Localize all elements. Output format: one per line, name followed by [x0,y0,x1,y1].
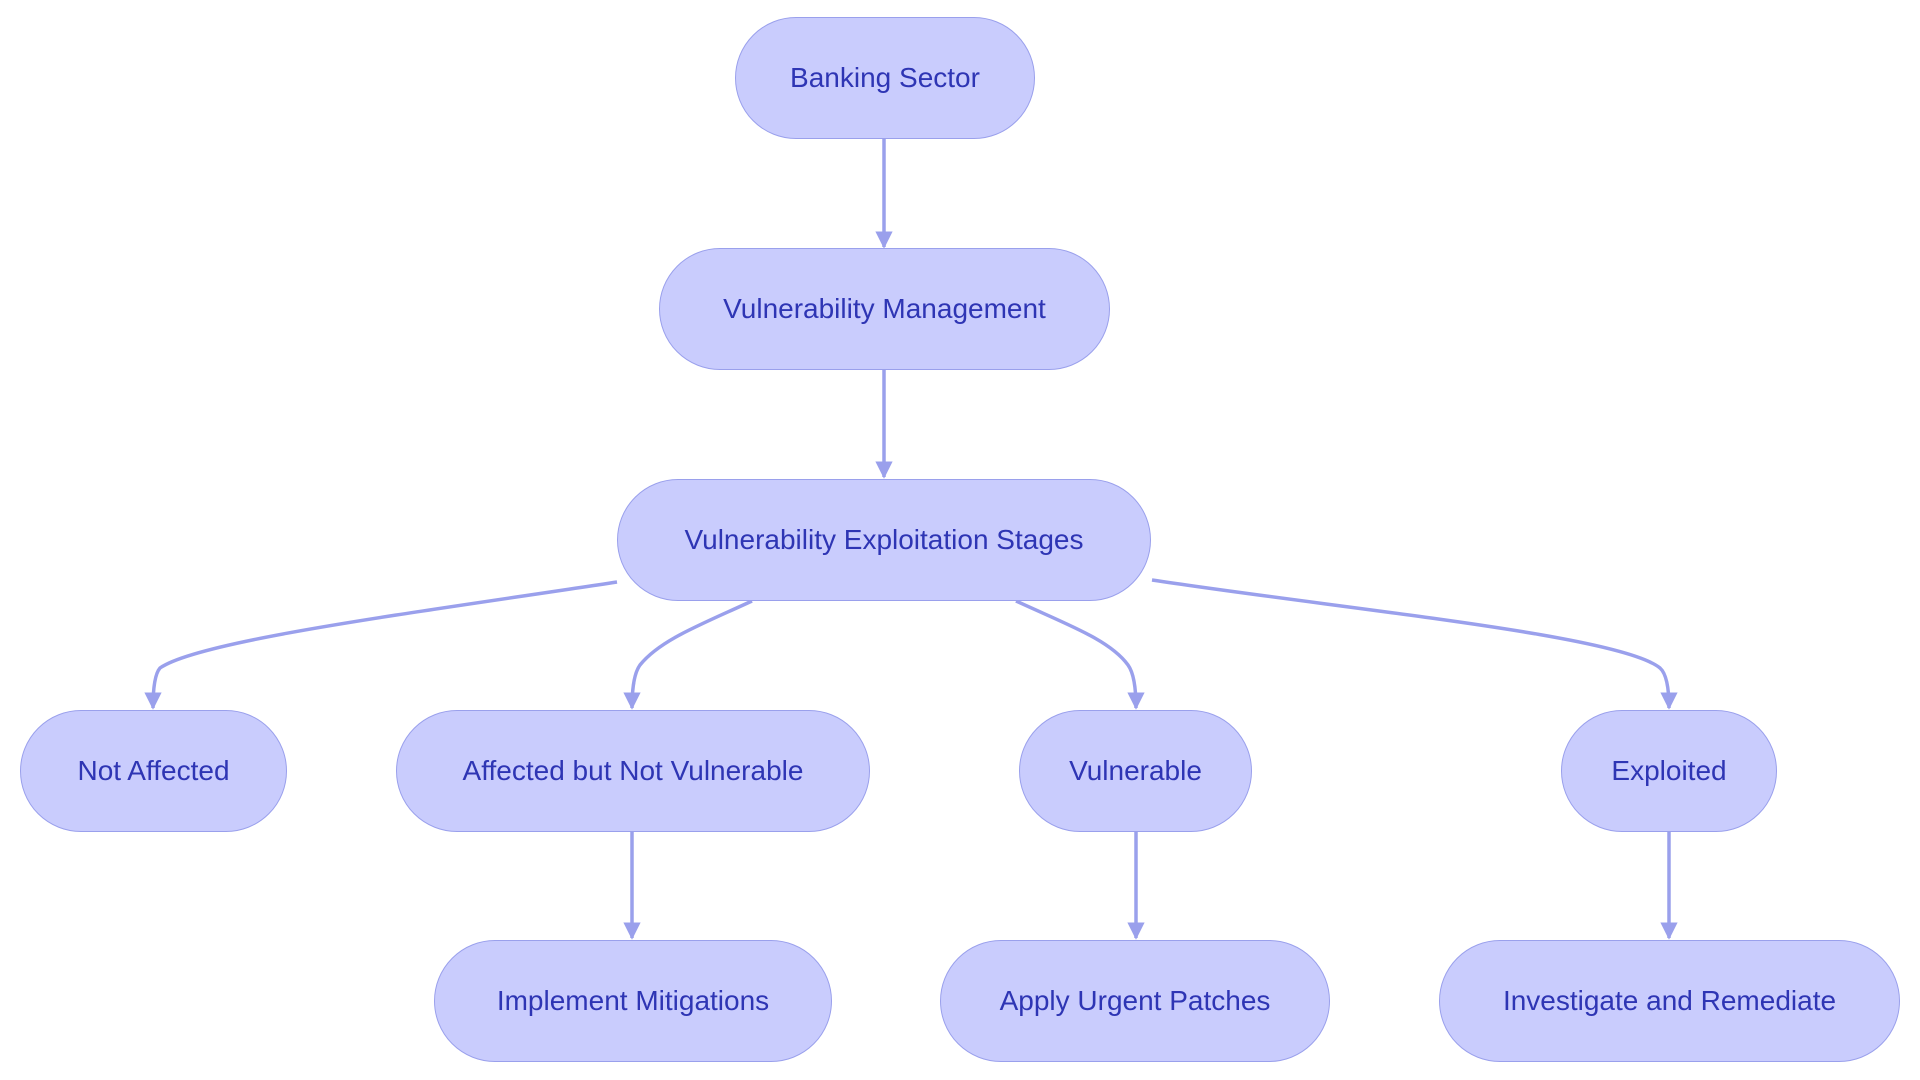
node-label: Vulnerability Management [723,293,1046,324]
node-vulnerability-exploitation-stages: Vulnerability Exploitation Stages [617,479,1151,601]
edge-stages-to-vulnerable [1015,599,1145,710]
node-label: Not Affected [77,755,230,786]
node-implement-mitigations: Implement Mitigations [434,940,832,1062]
node-vulnerable: Vulnerable [1019,710,1252,832]
node-affected-but-not-vulnerable: Affected but Not Vulnerable [396,710,870,832]
node-label: Apply Urgent Patches [999,985,1271,1016]
node-banking-sector: Banking Sector [735,17,1035,139]
node-apply-urgent-patches: Apply Urgent Patches [940,940,1330,1062]
node-investigate-and-remediate: Investigate and Remediate [1439,940,1900,1062]
node-label: Implement Mitigations [496,985,770,1016]
edge-stages-to-not-affected [144,580,618,710]
node-label: Banking Sector [790,62,980,93]
node-label: Vulnerability Exploitation Stages [684,524,1084,555]
node-label: Investigate and Remediate [1502,985,1837,1016]
node-vulnerability-management: Vulnerability Management [659,248,1110,370]
node-exploited: Exploited [1561,710,1777,832]
node-not-affected: Not Affected [20,710,287,832]
node-label: Exploited [1611,755,1727,786]
node-label: Affected but Not Vulnerable [462,755,804,786]
node-label: Vulnerable [1069,755,1202,786]
edge-stages-to-exploited [1151,578,1678,710]
edge-stages-to-affected-nv [623,599,753,710]
